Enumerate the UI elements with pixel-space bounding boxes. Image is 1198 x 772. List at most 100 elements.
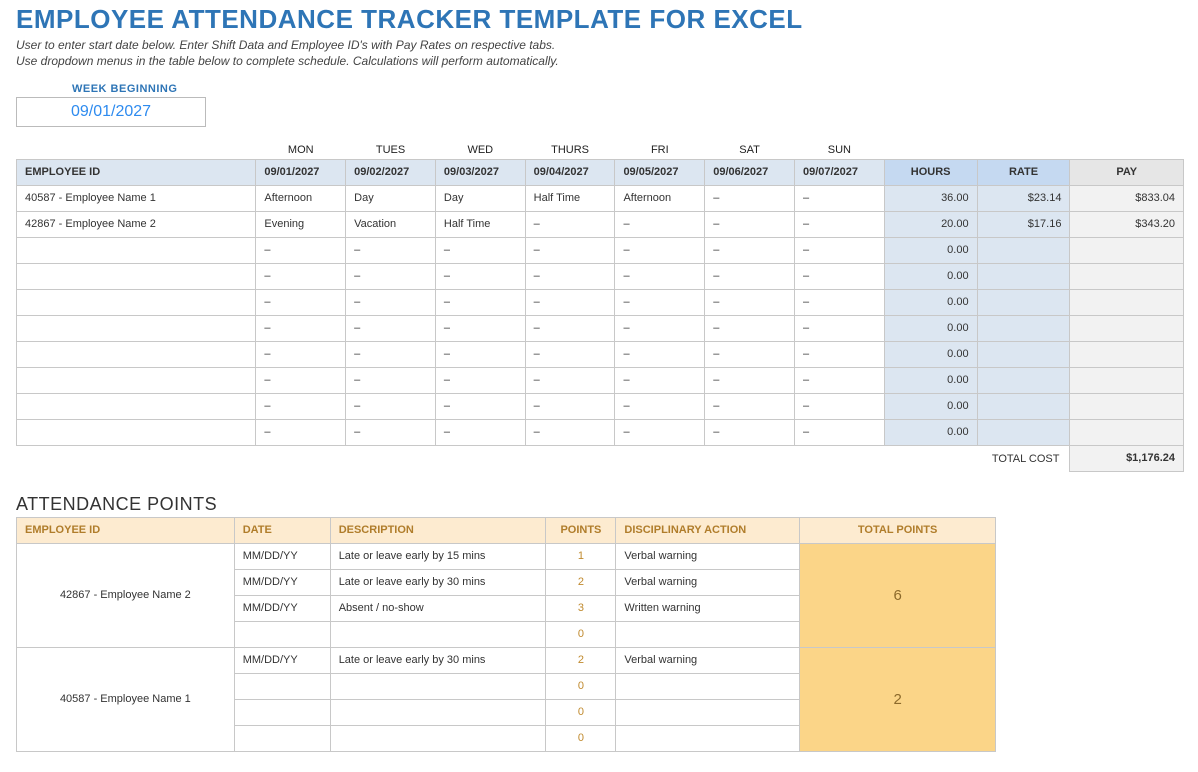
cell-employee-id[interactable] (17, 419, 256, 445)
cell-shift[interactable]: – (435, 263, 525, 289)
week-beginning-input[interactable]: 09/01/2027 (16, 97, 206, 127)
cell-shift[interactable]: – (615, 211, 705, 237)
pts-employee[interactable]: 40587 - Employee Name 1 (17, 647, 235, 751)
cell-shift[interactable]: – (435, 367, 525, 393)
pts-description[interactable] (330, 725, 546, 751)
cell-shift[interactable]: – (525, 393, 615, 419)
cell-shift[interactable]: – (794, 289, 884, 315)
pts-employee[interactable]: 42867 - Employee Name 2 (17, 543, 235, 647)
cell-shift[interactable]: – (256, 315, 346, 341)
cell-shift[interactable]: – (256, 289, 346, 315)
pts-action[interactable] (616, 725, 800, 751)
cell-shift[interactable]: – (525, 237, 615, 263)
cell-shift[interactable]: – (615, 367, 705, 393)
cell-shift[interactable]: – (794, 211, 884, 237)
cell-shift[interactable]: – (705, 315, 795, 341)
cell-shift[interactable]: – (346, 419, 436, 445)
cell-shift[interactable]: – (705, 393, 795, 419)
cell-shift[interactable]: Half Time (525, 185, 615, 211)
pts-description[interactable]: Late or leave early by 15 mins (330, 543, 546, 569)
cell-shift[interactable]: – (435, 237, 525, 263)
cell-shift[interactable]: – (705, 237, 795, 263)
pts-description[interactable]: Late or leave early by 30 mins (330, 647, 546, 673)
cell-shift[interactable]: – (525, 211, 615, 237)
cell-shift[interactable]: – (435, 341, 525, 367)
pts-action[interactable]: Verbal warning (616, 647, 800, 673)
cell-shift[interactable]: – (525, 315, 615, 341)
pts-action[interactable] (616, 621, 800, 647)
cell-shift[interactable]: – (256, 367, 346, 393)
cell-shift[interactable]: – (615, 393, 705, 419)
cell-employee-id[interactable] (17, 367, 256, 393)
cell-shift[interactable]: – (256, 341, 346, 367)
cell-shift[interactable]: – (615, 263, 705, 289)
pts-date[interactable] (234, 621, 330, 647)
pts-description[interactable]: Absent / no-show (330, 595, 546, 621)
cell-employee-id[interactable] (17, 315, 256, 341)
cell-shift[interactable]: Afternoon (615, 185, 705, 211)
cell-employee-id[interactable] (17, 341, 256, 367)
cell-shift[interactable]: – (525, 419, 615, 445)
pts-description[interactable] (330, 673, 546, 699)
cell-shift[interactable]: – (435, 419, 525, 445)
cell-shift[interactable]: – (705, 211, 795, 237)
pts-action[interactable]: Verbal warning (616, 569, 800, 595)
cell-shift[interactable]: – (256, 237, 346, 263)
cell-shift[interactable]: – (346, 289, 436, 315)
cell-shift[interactable]: – (615, 289, 705, 315)
cell-shift[interactable]: – (794, 393, 884, 419)
cell-shift[interactable]: Day (435, 185, 525, 211)
cell-shift[interactable]: – (615, 315, 705, 341)
pts-date[interactable] (234, 699, 330, 725)
cell-employee-id[interactable]: 42867 - Employee Name 2 (17, 211, 256, 237)
cell-shift[interactable]: – (705, 289, 795, 315)
cell-shift[interactable]: – (705, 367, 795, 393)
pts-date[interactable]: MM/DD/YY (234, 647, 330, 673)
cell-shift[interactable]: – (794, 419, 884, 445)
cell-shift[interactable]: – (346, 263, 436, 289)
cell-shift[interactable]: – (794, 341, 884, 367)
cell-shift[interactable]: – (525, 367, 615, 393)
cell-shift[interactable]: – (705, 185, 795, 211)
pts-action[interactable]: Written warning (616, 595, 800, 621)
cell-shift[interactable]: – (435, 289, 525, 315)
cell-shift[interactable]: – (256, 393, 346, 419)
cell-employee-id[interactable] (17, 289, 256, 315)
pts-description[interactable]: Late or leave early by 30 mins (330, 569, 546, 595)
cell-employee-id[interactable]: 40587 - Employee Name 1 (17, 185, 256, 211)
cell-shift[interactable]: – (615, 419, 705, 445)
cell-employee-id[interactable] (17, 393, 256, 419)
cell-shift[interactable]: Day (346, 185, 436, 211)
pts-description[interactable] (330, 699, 546, 725)
cell-shift[interactable]: Evening (256, 211, 346, 237)
cell-employee-id[interactable] (17, 237, 256, 263)
cell-shift[interactable]: Afternoon (256, 185, 346, 211)
cell-shift[interactable]: – (346, 315, 436, 341)
cell-shift[interactable]: – (794, 237, 884, 263)
cell-shift[interactable]: – (705, 341, 795, 367)
pts-action[interactable] (616, 699, 800, 725)
cell-shift[interactable]: – (346, 237, 436, 263)
cell-shift[interactable]: – (794, 263, 884, 289)
cell-shift[interactable]: – (794, 185, 884, 211)
pts-action[interactable]: Verbal warning (616, 543, 800, 569)
cell-shift[interactable]: – (525, 341, 615, 367)
cell-shift[interactable]: – (794, 367, 884, 393)
pts-action[interactable] (616, 673, 800, 699)
cell-shift[interactable]: – (615, 341, 705, 367)
cell-shift[interactable]: – (705, 419, 795, 445)
cell-employee-id[interactable] (17, 263, 256, 289)
cell-shift[interactable]: – (346, 367, 436, 393)
cell-shift[interactable]: Vacation (346, 211, 436, 237)
cell-shift[interactable]: – (435, 393, 525, 419)
pts-date[interactable]: MM/DD/YY (234, 595, 330, 621)
pts-description[interactable] (330, 621, 546, 647)
cell-shift[interactable]: – (794, 315, 884, 341)
pts-date[interactable] (234, 725, 330, 751)
cell-shift[interactable]: – (525, 289, 615, 315)
pts-date[interactable]: MM/DD/YY (234, 569, 330, 595)
cell-shift[interactable]: Half Time (435, 211, 525, 237)
pts-date[interactable]: MM/DD/YY (234, 543, 330, 569)
cell-shift[interactable]: – (705, 263, 795, 289)
cell-shift[interactable]: – (435, 315, 525, 341)
